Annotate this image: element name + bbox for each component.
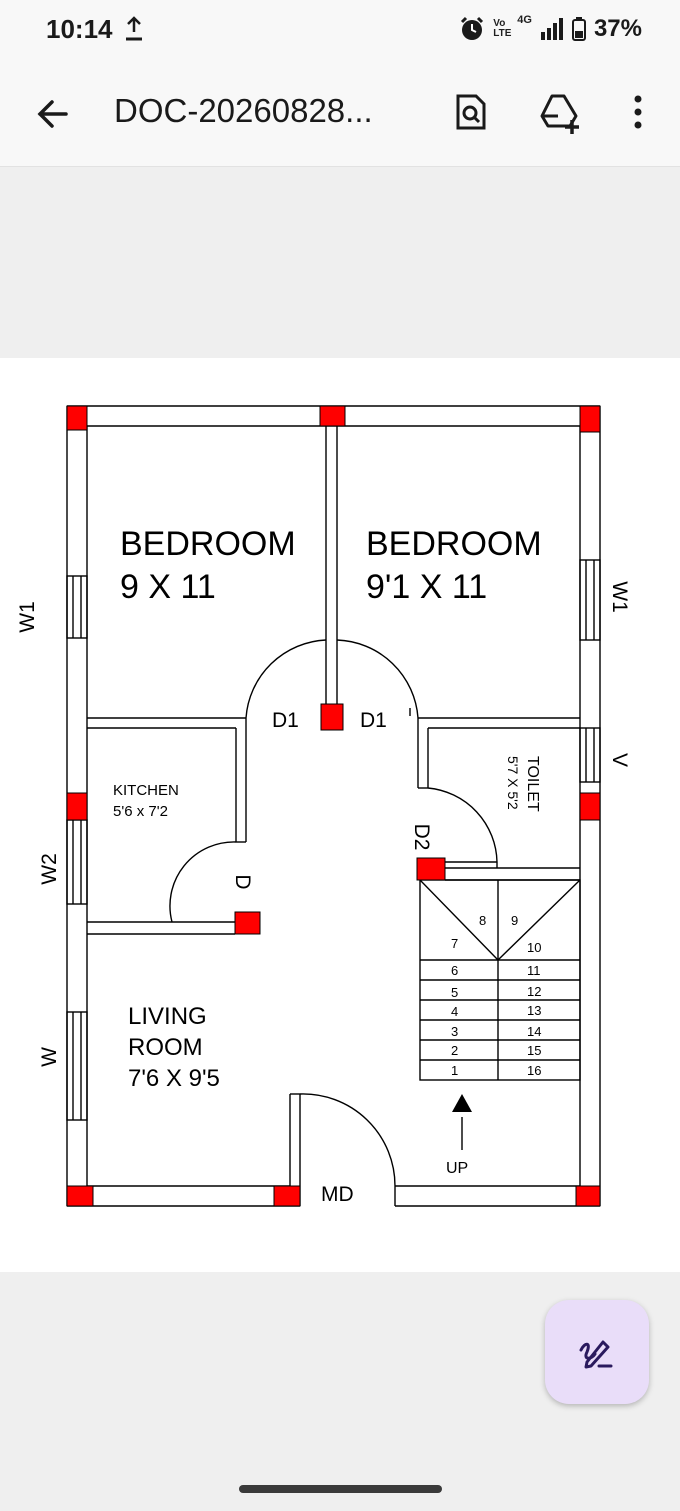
toilet-name: TOILET	[524, 756, 541, 812]
living-name-2: ROOM	[128, 1034, 203, 1061]
back-arrow-icon[interactable]	[34, 94, 74, 134]
up-arrow-icon	[452, 1094, 472, 1112]
step-16: 16	[527, 1063, 541, 1078]
status-bar: 10:14 Vo LTE 4G 37%	[0, 0, 680, 62]
alarm-icon	[461, 16, 484, 40]
document-page: BEDROOM 9 X 11 BEDROOM 9'1 X 11 KITCHEN …	[0, 358, 680, 1272]
window-v: V	[608, 753, 631, 767]
more-options-icon[interactable]	[616, 90, 660, 134]
kitchen-size: 5'6 x 7'2	[113, 803, 168, 820]
document-title: DOC-20260828...	[114, 92, 373, 129]
network-type: 4G	[517, 14, 532, 26]
step-8: 8	[479, 913, 486, 928]
main-door: MD	[321, 1183, 354, 1206]
door-d1-right: D1	[360, 709, 387, 732]
living-size: 7'6 X 9'5	[128, 1065, 220, 1092]
step-7: 7	[451, 936, 458, 951]
step-3: 3	[451, 1024, 458, 1039]
bedroom2-size: 9'1 X 11	[366, 568, 487, 606]
upload-icon	[126, 16, 142, 41]
step-14: 14	[527, 1024, 541, 1039]
window-w1-left: W1	[16, 601, 39, 633]
toilet-size: 5'7 X 5'2	[505, 756, 521, 810]
step-5: 5	[451, 985, 458, 1000]
status-indicators: Vo LTE 4G 37%	[459, 14, 642, 44]
step-11: 11	[527, 963, 541, 978]
step-9: 9	[511, 913, 518, 928]
bedroom2-name: BEDROOM	[366, 525, 542, 563]
step-13: 13	[527, 1003, 541, 1018]
step-12: 12	[527, 984, 541, 999]
document-viewer[interactable]: BEDROOM 9 X 11 BEDROOM 9'1 X 11 KITCHEN …	[0, 167, 680, 1273]
bedroom1-size: 9 X 11	[120, 568, 216, 606]
battery-icon	[571, 17, 586, 41]
door-d2: D2	[410, 824, 433, 851]
door-d1-left: D1	[272, 709, 299, 732]
bedroom1-name: BEDROOM	[120, 525, 296, 563]
add-to-drive-icon[interactable]	[538, 90, 582, 134]
step-6: 6	[451, 963, 458, 978]
search-document-icon[interactable]	[448, 90, 492, 134]
step-15: 15	[527, 1043, 541, 1058]
stairs-up-label: UP	[446, 1160, 468, 1177]
window-w1-right: W1	[608, 581, 631, 613]
gesture-handle[interactable]	[239, 1485, 442, 1493]
app-bar: DOC-20260828...	[0, 62, 680, 167]
step-2: 2	[451, 1043, 458, 1058]
status-time: 10:14	[46, 14, 113, 44]
floor-plan: BEDROOM 9 X 11 BEDROOM 9'1 X 11 KITCHEN …	[16, 405, 631, 1207]
edit-button[interactable]	[545, 1300, 649, 1404]
door-d: D	[231, 874, 254, 889]
living-name-1: LIVING	[128, 1003, 207, 1030]
signal-icon	[540, 18, 563, 40]
step-4: 4	[451, 1004, 458, 1019]
window-w2: W2	[38, 853, 61, 885]
window-w: W	[38, 1047, 61, 1067]
step-10: 10	[527, 940, 541, 955]
pen-edit-icon	[579, 1340, 613, 1369]
volte-indicator: Vo LTE	[493, 18, 512, 39]
kitchen-name: KITCHEN	[113, 782, 179, 799]
step-1: 1	[451, 1063, 458, 1078]
battery-percent: 37%	[593, 15, 642, 42]
